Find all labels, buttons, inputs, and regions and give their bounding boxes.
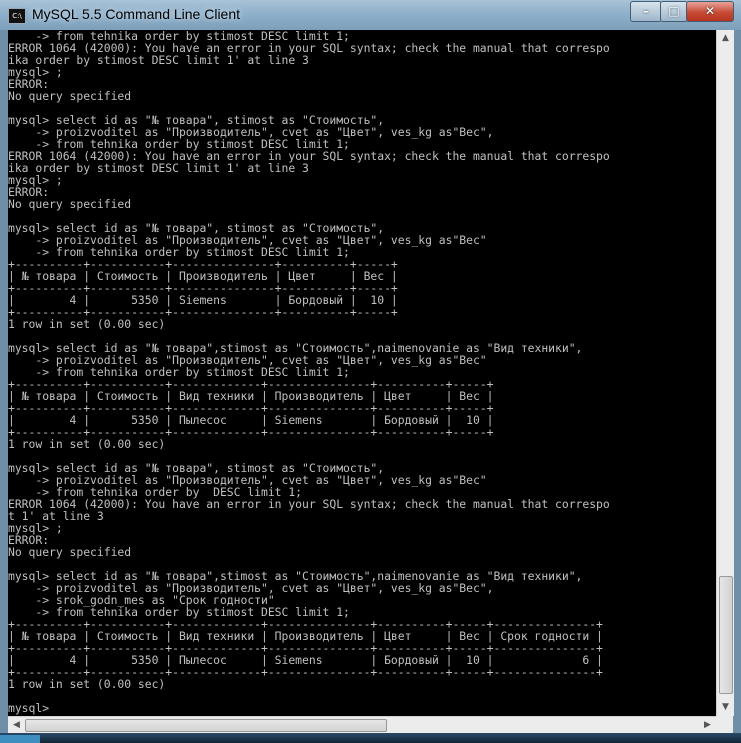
close-icon: ✕ <box>704 4 716 18</box>
minimize-button[interactable]: – <box>630 1 662 22</box>
console-line: mysql> ; <box>8 521 63 535</box>
scroll-up-icon[interactable]: ▲ <box>717 30 734 47</box>
vertical-scroll-thumb[interactable] <box>719 576 733 694</box>
console-line: 1 row in set (0.00 sec) <box>8 317 166 331</box>
vertical-scrollbar[interactable]: ▲ ▼ <box>716 30 734 716</box>
cmd-icon[interactable]: C:\ <box>8 8 26 24</box>
console-line: mysql> ; <box>8 173 63 187</box>
close-button[interactable]: ✕ <box>686 1 734 22</box>
console-line: No query specified <box>8 545 132 559</box>
taskbar-start-fragment <box>0 735 40 743</box>
scrollbar-corner <box>716 716 733 733</box>
console-line: 1 row in set (0.00 sec) <box>8 677 166 691</box>
console-line: ika order by stimost DESC limit 1' at li… <box>8 161 309 175</box>
console-lines: -> from tehnika order by stimost DESC li… <box>8 30 716 714</box>
scroll-right-icon[interactable]: ▶ <box>699 717 716 734</box>
console-line: ERROR 1064 (42000): You have an error in… <box>8 497 610 511</box>
horizontal-scrollbar[interactable]: ◀ ▶ <box>8 716 716 734</box>
console-line: No query specified <box>8 89 132 103</box>
console-output[interactable]: -> from tehnika order by stimost DESC li… <box>8 30 716 716</box>
console-line: No query specified <box>8 197 132 211</box>
console-line: 1 row in set (0.00 sec) <box>8 437 166 451</box>
title-bar[interactable]: C:\ MySQL 5.5 Command Line Client – □ ✕ <box>0 0 741 30</box>
horizontal-scroll-thumb[interactable] <box>25 719 387 732</box>
maximize-icon: □ <box>668 4 680 18</box>
minimize-icon: – <box>643 4 649 18</box>
taskbar-edge <box>0 733 741 743</box>
window-title: MySQL 5.5 Command Line Client <box>32 6 241 22</box>
maximize-button[interactable]: □ <box>660 1 688 22</box>
console-line: mysql> <box>8 701 50 715</box>
scroll-down-icon[interactable]: ▼ <box>717 699 734 716</box>
console-line: t 1' at line 3 <box>8 509 104 523</box>
console-window: C:\ MySQL 5.5 Command Line Client – □ ✕ … <box>0 0 741 743</box>
console-line: mysql> ; <box>8 65 63 79</box>
scroll-left-icon[interactable]: ◀ <box>8 717 25 734</box>
console-line: ika order by stimost DESC limit 1' at li… <box>8 53 309 67</box>
